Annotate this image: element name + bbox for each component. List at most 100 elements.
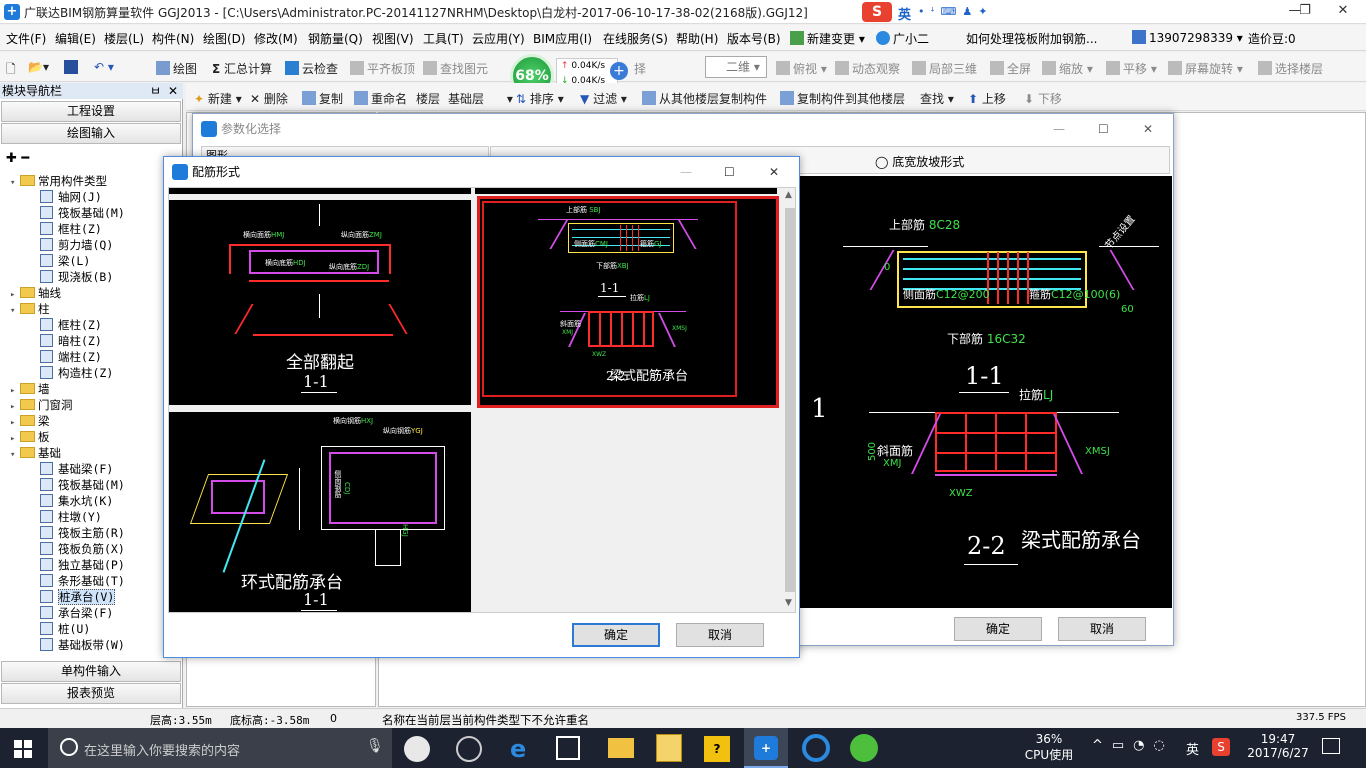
project-settings-button[interactable]: 工程设置 [1, 101, 181, 122]
tree-item[interactable]: 现浇板(B) [40, 269, 113, 285]
delete-button[interactable]: ✕ 删除 [250, 90, 288, 107]
assistant-button[interactable]: 广小二 [876, 30, 929, 47]
tree-folder[interactable]: ▾ 常用构件类型 [10, 173, 107, 189]
rebar-minimize-icon[interactable]: — [680, 157, 692, 187]
pin-icon[interactable]: ㅂ [150, 83, 161, 99]
menu-cloud[interactable]: 云应用(Y) [472, 30, 525, 47]
gallery-scrollbar[interactable]: ▲ ▼ [783, 188, 795, 612]
single-input-button[interactable]: 单构件输入 [1, 661, 181, 682]
search-button[interactable]: 查找 ▾ [920, 90, 954, 107]
notes-app-icon[interactable] [656, 734, 682, 762]
view-mode-select[interactable]: 二维 ▾ [705, 56, 767, 78]
menu-version[interactable]: 版本号(B) [727, 30, 781, 47]
param-cancel-button[interactable]: 取消 [1058, 617, 1146, 641]
tree-item[interactable]: 桩(U) [40, 621, 90, 637]
tree-item[interactable]: 筏板基础(M) [40, 205, 125, 221]
menu-help[interactable]: 帮助(H) [676, 30, 718, 47]
fullscreen-button[interactable]: 全屏 [990, 60, 1031, 77]
tree-item[interactable]: 框柱(Z) [40, 221, 102, 237]
tree-item[interactable]: 柱墩(Y) [40, 509, 102, 525]
menu-floor[interactable]: 楼层(L) [104, 30, 144, 47]
tree-item[interactable]: 暗柱(Z) [40, 333, 102, 349]
tray-ime[interactable]: 英 [1186, 739, 1199, 758]
scrollbar-thumb[interactable] [785, 208, 795, 592]
report-preview-button[interactable]: 报表预览 [1, 683, 181, 704]
tree-folder[interactable]: ▸ 门窗洞 [10, 397, 73, 413]
tree-folder[interactable]: ▸ 梁 [10, 413, 50, 429]
rebar-tile-all-bent[interactable]: 横向面筋HMJ 纵向面筋ZMJ 横向底筋HDJ 纵向底筋ZDJ 全部翻起 1-1 [169, 200, 471, 405]
draw-input-button[interactable]: 绘图输入 [1, 123, 181, 144]
ime-tools-icon[interactable]: •ꜜ⌨♟✦ [918, 5, 994, 18]
swirl-app-icon[interactable] [456, 736, 482, 762]
ime-logo-icon[interactable]: S [862, 2, 892, 22]
menu-edit[interactable]: 编辑(E) [55, 30, 96, 47]
tree-item[interactable]: 基础板带(W) [40, 637, 125, 653]
tree-item[interactable]: 桩承台(V) [40, 589, 116, 605]
screen-rotate-button[interactable]: 屏幕旋转 ▾ [1168, 60, 1243, 77]
flat-top-button[interactable]: 平齐板顶 [350, 60, 415, 77]
find-button[interactable]: 查找图元 [423, 60, 488, 77]
select-layer-button[interactable]: 选择楼层 [1258, 60, 1323, 77]
tree-item[interactable]: 端柱(Z) [40, 349, 102, 365]
tree-item[interactable]: 梁(L) [40, 253, 90, 269]
menu-modify[interactable]: 修改(M) [254, 30, 298, 47]
tree-item[interactable]: 轴网(J) [40, 189, 102, 205]
user-phone[interactable]: 13907298339 ▾ [1132, 30, 1243, 45]
tree-folder[interactable]: ▸ 板 [10, 429, 50, 445]
tree-item[interactable]: 条形基础(T) [40, 573, 125, 589]
tree-item[interactable]: 框柱(Z) [40, 317, 102, 333]
rebar-tile-beam-cap[interactable]: 上部筋 SBJ 侧面筋CMJ 箍筋GJ 下部筋XBJ 1-1 拉筋LJ 斜面筋 … [477, 196, 779, 408]
rebar-close-icon[interactable]: ✕ [769, 157, 779, 187]
panel-close-icon[interactable]: ✕ [168, 83, 178, 99]
price-beans[interactable]: 造价豆:0 [1248, 30, 1296, 47]
scroll-down-icon[interactable]: ▼ [785, 598, 792, 608]
tree-item[interactable]: 承台梁(F) [40, 605, 113, 621]
menu-file[interactable]: 文件(F) [6, 30, 46, 47]
rebar-cancel-button[interactable]: 取消 [676, 623, 764, 647]
ggj-taskbar-button[interactable]: + [744, 728, 788, 768]
undo-icon[interactable]: ↶ ▾ [94, 60, 114, 74]
tree-item[interactable]: 构造柱(Z) [40, 365, 113, 381]
copy-from-floor-button[interactable]: 从其他楼层复制构件 [642, 90, 767, 107]
store-icon[interactable] [556, 736, 580, 760]
add-icon[interactable]: + [610, 62, 628, 80]
fan-app-icon[interactable] [404, 736, 430, 762]
taskbar-search[interactable]: 在这里输入你要搜索的内容 🎙 [48, 728, 392, 768]
tree-folder[interactable]: ▾ 基础 [10, 445, 61, 461]
tree-item[interactable]: 独立基础(P) [40, 557, 125, 573]
help-app-icon[interactable]: ? [704, 736, 730, 762]
new-component-button[interactable]: ✦ 新建 ▾ [194, 90, 242, 107]
rebar-tile-ring-cap[interactable]: 横向钢筋HXJ 纵向钢筋YGJ 侧面钢筋 CDJ HGJ 环式配筋承台 1-1 [169, 412, 471, 612]
notification-icon[interactable] [1322, 738, 1340, 754]
tree-item[interactable]: 剪力墙(Q) [40, 237, 113, 253]
copy-to-floor-button[interactable]: 复制构件到其他楼层 [780, 90, 905, 107]
tree-folder[interactable]: ▸ 轴线 [10, 285, 61, 301]
sum-calc-button[interactable]: Σ 汇总计算 [212, 60, 272, 77]
menu-online[interactable]: 在线服务(S) [603, 30, 668, 47]
menu-rebar[interactable]: 钢筋量(Q) [308, 30, 363, 47]
tree-folder[interactable]: ▾ 柱 [10, 301, 50, 317]
microphone-icon[interactable]: 🎙 [366, 738, 384, 754]
tree-item[interactable]: 基础梁(F) [40, 461, 113, 477]
open-file-icon[interactable]: 📂▾ [28, 60, 49, 74]
copy-button[interactable]: 复制 [302, 90, 343, 107]
move-up-button[interactable]: ⬆ 上移 [968, 90, 1006, 107]
tray-icons[interactable]: ^▭◔◌ [1092, 738, 1174, 753]
cloud-check-button[interactable]: 云检查 [285, 60, 338, 77]
rename-button[interactable]: 重命名 [354, 90, 407, 107]
tree-folder[interactable]: ▸ 墙 [10, 381, 50, 397]
menu-tools[interactable]: 工具(T) [423, 30, 464, 47]
rebar-maximize-icon[interactable]: ☐ [724, 157, 735, 187]
edge-browser-icon[interactable]: e [510, 736, 536, 762]
param-ok-button[interactable]: 确定 [954, 617, 1042, 641]
select-floor-partial[interactable]: 择 [634, 60, 646, 77]
g-app-icon[interactable] [802, 734, 830, 762]
menu-component[interactable]: 构件(N) [152, 30, 194, 47]
local-3d-button[interactable]: 局部三维 [912, 60, 977, 77]
sogou-tray-icon[interactable]: S [1212, 738, 1230, 756]
tree-item[interactable]: 筏板主筋(R) [40, 525, 125, 541]
dynamic-view-button[interactable]: 动态观察 [835, 60, 900, 77]
question-link[interactable]: 如何处理筏板附加钢筋... [966, 30, 1097, 47]
file-explorer-icon[interactable] [608, 738, 634, 758]
collapse-icon[interactable]: ▾ [10, 303, 20, 319]
